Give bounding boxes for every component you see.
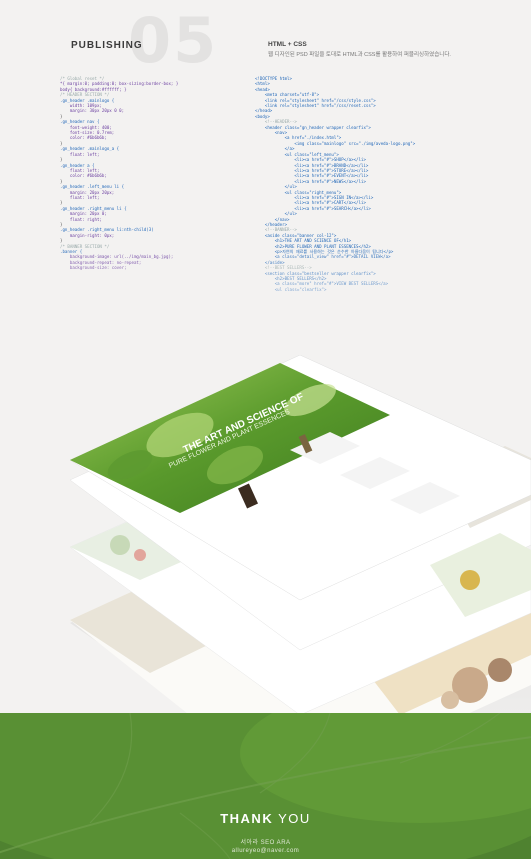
author-name: 서아라 SEO ARA [240,840,291,846]
description-title: HTML + CSS [268,41,307,48]
code-line: <ul class="clearfix"> [255,286,327,292]
code-screenshot: /* Global reset */*{ margin:0; padding:0… [60,76,530,346]
website-mockup-stack: THE ART AND SCIENCE OF PURE FLOWER AND P… [0,354,531,795]
html-code-panel: <!DOCTYPE html> <html> <head> <meta charse… [255,76,530,292]
thanks-bold: THANK [220,811,274,826]
mockup-illustration: THE ART AND SCIENCE OF PURE FLOWER AND P… [69,354,531,795]
thanks-light: YOU [273,811,311,826]
description-text: 웹 디자인된 PSD 파일을 토대로 HTML과 CSS를 활용하여 퍼블리싱하… [268,52,451,58]
footer: THANK YOU 서아라 SEO ARA allureyeo@naver.co… [0,713,531,859]
css-code-panel: /* Global reset */*{ margin:0; padding:0… [60,76,255,271]
thank-you-heading: THANK YOU [0,811,531,826]
code-line: background-size: cover; [60,265,127,271]
section-label: PUBLISHING [71,40,143,51]
author-email: allureyeo@naver.com [231,848,300,854]
